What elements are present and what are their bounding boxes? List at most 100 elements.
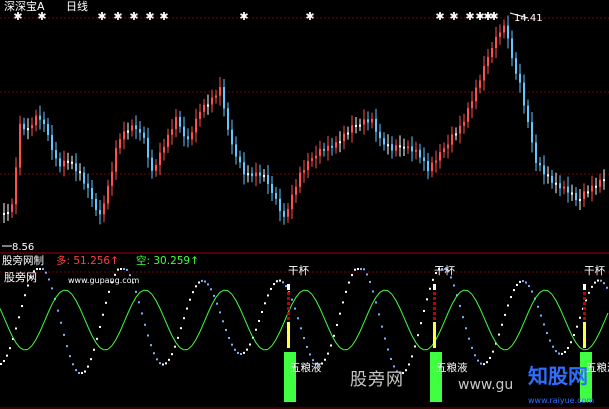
candle-body	[543, 165, 545, 175]
oscillator-dot	[606, 286, 608, 289]
signal-tick	[583, 307, 586, 310]
oscillator-dot	[309, 353, 311, 356]
marker-glyph: ✱	[159, 10, 168, 23]
candle-body	[259, 172, 261, 176]
indicator-title[interactable]: 股旁网制	[2, 255, 44, 267]
signal-yellow-bar	[287, 322, 290, 348]
candle-body	[223, 87, 225, 109]
oscillator-dot	[540, 314, 542, 317]
oscillator-dot	[366, 273, 368, 276]
oscillator-dot	[297, 317, 299, 320]
oscillator-dot	[267, 294, 269, 297]
oscillator-dot	[354, 268, 356, 271]
signal-green-block	[284, 352, 296, 402]
oscillator-dot	[390, 357, 392, 360]
candle-body	[263, 175, 265, 177]
oscillator-dot	[141, 312, 143, 315]
signal-tick	[287, 284, 290, 290]
oscillator-dot	[471, 346, 473, 349]
candle-body	[475, 87, 477, 102]
watermark-site-url: www.gupang.com	[68, 276, 140, 285]
marker-glyph: ✱	[465, 10, 474, 23]
candle-body	[287, 209, 289, 217]
oscillator-dot	[213, 294, 215, 297]
oscillator-dot	[273, 283, 275, 286]
oscillator-dot	[96, 337, 98, 340]
candle-body	[507, 25, 509, 39]
candle-body	[183, 126, 185, 137]
candle-body	[219, 87, 221, 96]
watermark-domain: www.gu	[458, 377, 514, 393]
candle-body	[3, 213, 5, 215]
corner-logo: 知股网	[528, 364, 588, 388]
candle-body	[291, 194, 293, 210]
oscillator-dot	[6, 354, 8, 357]
candle-body	[19, 123, 21, 168]
oscillator-dot	[210, 288, 212, 291]
oscillator-dot	[285, 285, 287, 288]
oscillator-dot	[531, 290, 533, 293]
security-name[interactable]: 深深宝A	[4, 1, 45, 13]
candle-body	[563, 186, 565, 189]
oscillator-dot	[549, 339, 551, 342]
oscillator-dot	[216, 302, 218, 305]
oscillator-dot	[408, 363, 410, 366]
candle-body	[279, 198, 281, 212]
candle-body	[463, 121, 465, 126]
signal-tick	[583, 297, 586, 300]
oscillator-dot	[567, 347, 569, 350]
oscillator-dot	[417, 334, 419, 337]
candle-body	[595, 185, 597, 188]
candle-body	[83, 172, 85, 184]
candle-body	[243, 162, 245, 175]
oscillator-dot	[405, 369, 407, 372]
candle-body	[527, 105, 529, 122]
candle-body	[27, 128, 29, 131]
oscillator-dot	[477, 359, 479, 362]
oscillator-dot	[117, 268, 119, 271]
signal-tick	[433, 307, 436, 310]
oscillator-dot	[24, 294, 26, 297]
candle-body	[495, 36, 497, 48]
candle-body	[11, 204, 13, 212]
candle-body	[483, 66, 485, 81]
chart-canvas[interactable]: ✱ ✱ ✱ ✱ ✱ ✱ ✱ ✱ ✱ ✱ ✱ ✱ ✱✱✱	[0, 0, 609, 409]
candle-body	[331, 145, 333, 148]
oscillator-dot	[312, 359, 314, 362]
oscillator-dot	[9, 347, 11, 350]
candle-body	[203, 104, 205, 112]
oscillator-dot	[468, 337, 470, 340]
oscillator-dot	[375, 301, 377, 304]
period-label[interactable]: 日线	[66, 1, 88, 13]
signal-tick	[583, 292, 586, 295]
candle-body	[399, 145, 401, 148]
candle-body	[367, 119, 369, 123]
candle-body	[359, 124, 361, 127]
oscillator-dot	[420, 322, 422, 325]
signal-bottom-label: 五粮液	[290, 362, 322, 374]
marker-glyph: ✱	[489, 10, 498, 23]
marker-glyph: ✱	[305, 10, 314, 23]
oscillator-dot	[240, 353, 242, 356]
candle-body	[31, 125, 33, 129]
oscillator-dot	[378, 313, 380, 316]
signal-tick	[433, 312, 436, 315]
oscillator-dot	[465, 327, 467, 330]
candle-body	[59, 158, 61, 167]
candle-body	[391, 144, 393, 151]
candle-body	[567, 186, 569, 193]
oscillator-dot	[414, 345, 416, 348]
oscillator-dot	[153, 352, 155, 355]
candle-body	[523, 82, 525, 106]
candle-body	[315, 155, 317, 159]
oscillator-dot	[237, 351, 239, 354]
candle-body	[227, 108, 229, 130]
oscillator-dot	[282, 281, 284, 284]
candle-body	[471, 101, 473, 109]
candle-body	[575, 193, 577, 200]
candle-body	[371, 118, 373, 123]
oscillator-dot	[279, 279, 281, 282]
candle-body	[231, 129, 233, 145]
candle-body	[103, 203, 105, 215]
oscillator-dot	[180, 327, 182, 330]
